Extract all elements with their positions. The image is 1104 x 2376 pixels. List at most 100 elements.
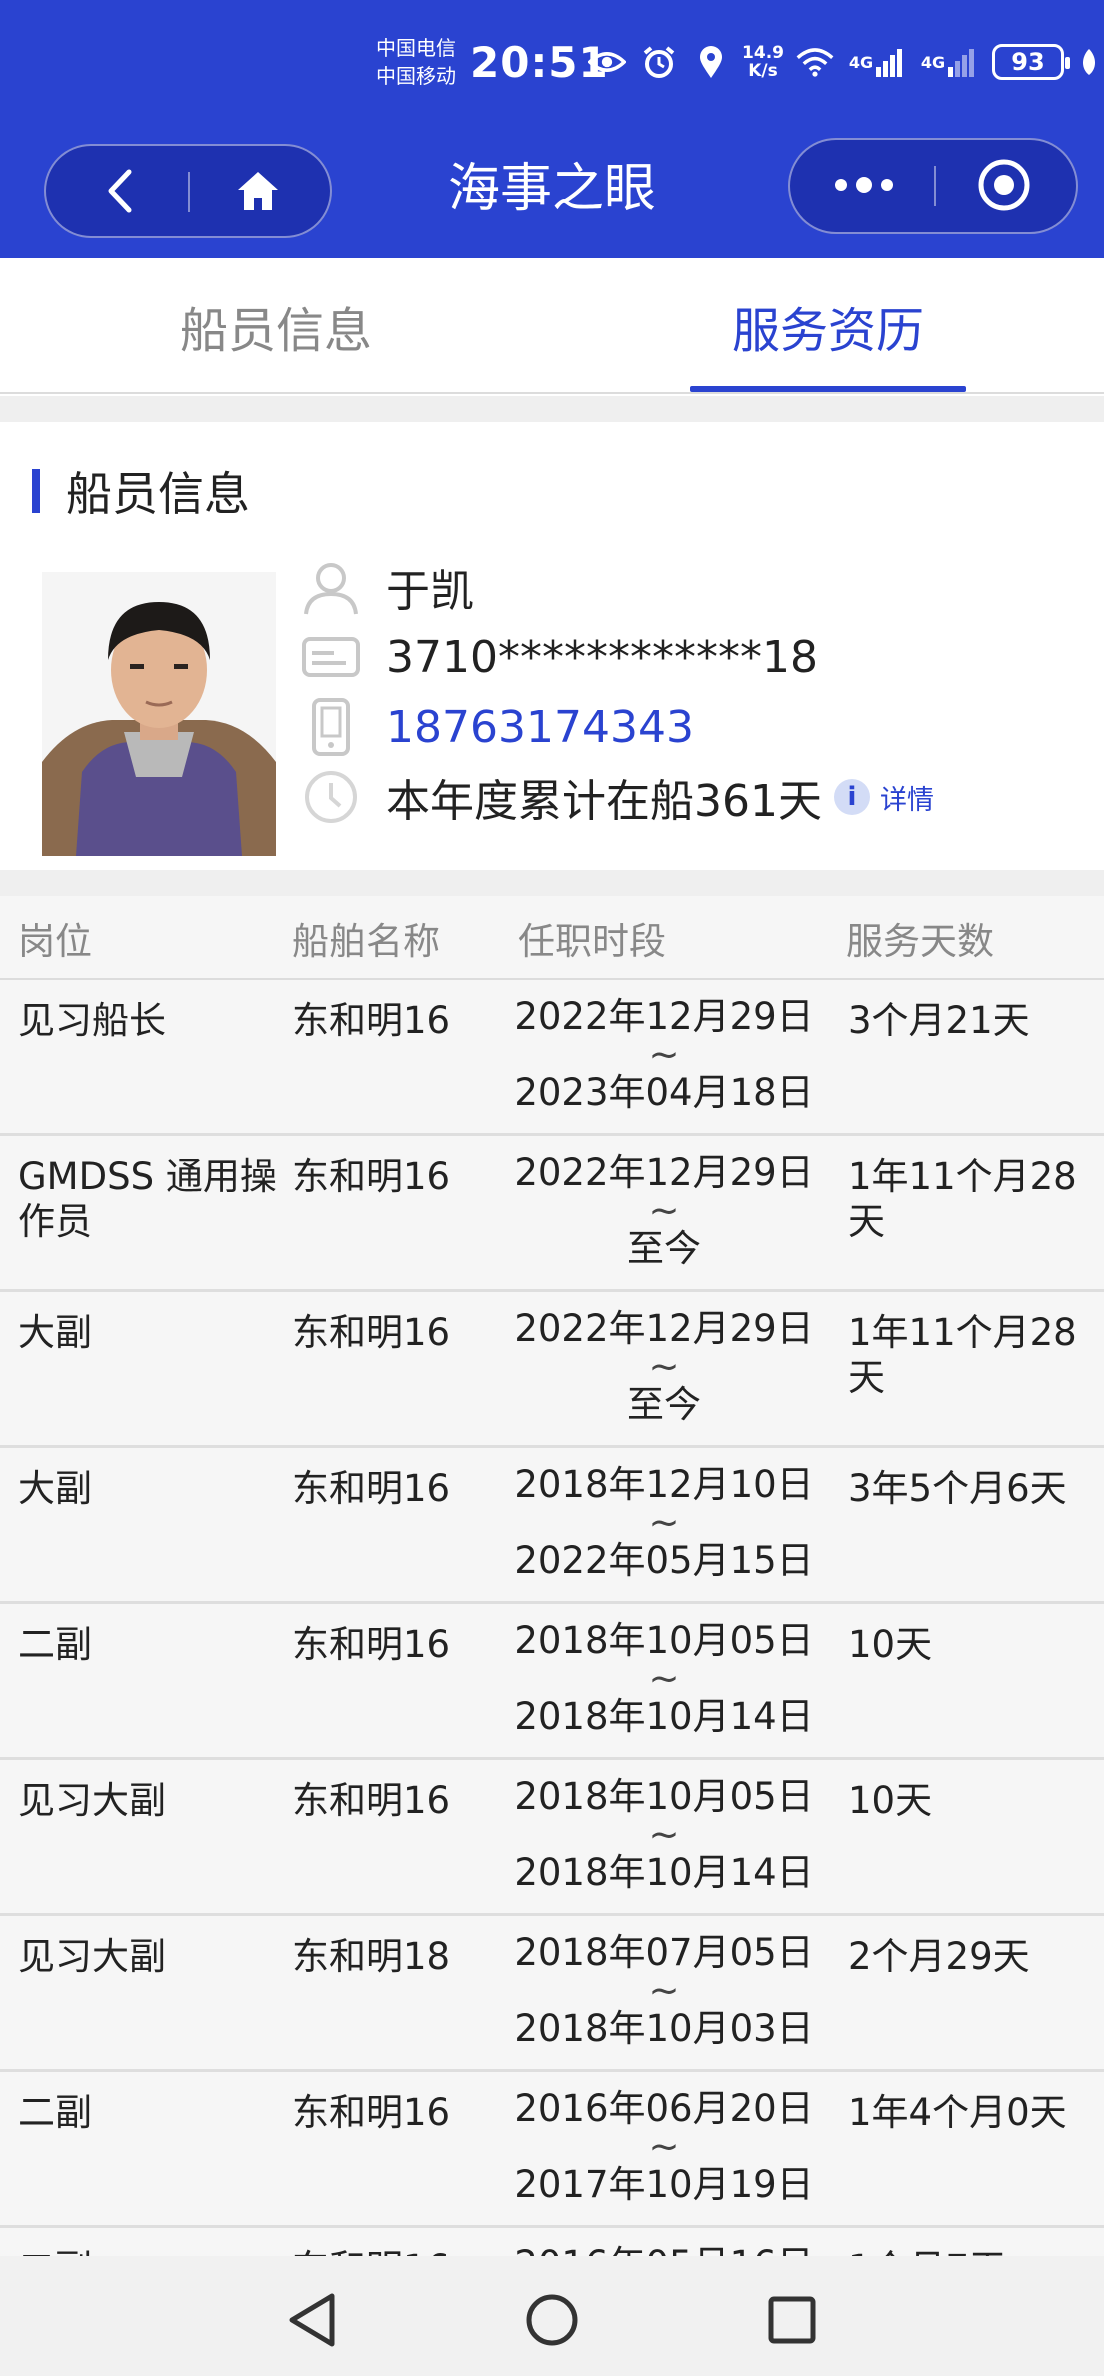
info-icon[interactable]: i <box>833 779 870 815</box>
onboard-days-row: 本年度累计在船361天 i 详情 <box>300 762 934 832</box>
network-type-1: 4G <box>848 52 874 72</box>
signal-icon-2: 4G <box>920 45 978 79</box>
cell-position: 二副 <box>18 2091 92 2134</box>
tab-service-record[interactable]: 服务资历 <box>552 258 1104 394</box>
header-position: 岗位 <box>18 920 92 963</box>
period-separator: ~ <box>648 1657 680 1700</box>
period-start: 2022年12月29日 <box>514 1307 814 1350</box>
period-end: 2017年10月19日 <box>514 2163 814 2206</box>
square-recents-icon <box>767 2295 817 2349</box>
cell-position: 二副 <box>18 1623 92 1666</box>
wifi-icon <box>796 45 834 79</box>
target-circle-icon <box>977 158 1031 216</box>
status-icons: 14.9 K/s 4G 4G 93 <box>588 44 1100 80</box>
table-row: 二副 东和明16 2016年06月20日 ~ 2017年10月19日 1年4个月… <box>0 2072 1104 2228</box>
table-row: 二副 东和明16 2016年05月16日 1个月7天 <box>0 2228 1104 2256</box>
signal-icon-1: 4G <box>848 45 906 79</box>
table-row: 大副 东和明16 2018年12月10日 ~ 2022年05月15日 3年5个月… <box>0 1448 1104 1604</box>
cell-vessel: 东和明16 <box>292 1779 451 1822</box>
location-icon <box>692 45 730 79</box>
period-end: 2022年05月15日 <box>514 1539 814 1582</box>
crew-photo <box>42 572 276 856</box>
cell-duration: 10天 <box>848 1779 933 1822</box>
battery-level: 93 <box>1011 48 1045 76</box>
period-separator: ~ <box>648 1501 680 1544</box>
alarm-icon <box>640 45 678 79</box>
cell-vessel: 东和明16 <box>292 999 451 1042</box>
triangle-back-icon <box>286 2292 338 2352</box>
miniapp-capsule <box>788 138 1078 234</box>
cell-position: 大副 <box>18 1467 92 1510</box>
cell-period: 2018年12月10日 ~ 2022年05月15日 <box>512 1466 816 1580</box>
period-end: 至今 <box>627 1383 701 1426</box>
cell-duration: 1年4个月0天 <box>848 2091 1067 2134</box>
period-separator: ~ <box>648 1969 680 2012</box>
cell-duration: 1年11个月28天 <box>848 1155 1077 1243</box>
cell-vessel: 东和明16 <box>292 1155 451 1198</box>
period-separator: ~ <box>648 1813 680 1856</box>
net-speed-value: 14.9 <box>742 43 784 63</box>
tab-bar: 船员信息 服务资历 <box>0 258 1104 394</box>
header-period: 任职时段 <box>518 920 666 963</box>
nav-back-button[interactable] <box>276 2286 348 2358</box>
circle-home-icon <box>524 2292 580 2352</box>
cell-duration: 3年5个月6天 <box>848 1467 1067 1510</box>
section-accent-bar <box>32 469 40 513</box>
onboard-days-text: 本年度累计在船361天 <box>386 776 822 827</box>
period-end: 2018年10月03日 <box>514 2007 814 2050</box>
cell-vessel: 东和明16 <box>292 2091 451 2134</box>
crew-phone-link[interactable]: 18763174343 <box>386 702 694 753</box>
carrier-2: 中国移动 <box>376 64 456 88</box>
close-miniapp-button[interactable] <box>944 140 1064 234</box>
carrier-labels: 中国电信 中国移动 <box>376 34 456 90</box>
tab-crew-info[interactable]: 船员信息 <box>0 258 552 394</box>
cell-vessel: 东和明18 <box>292 1935 451 1978</box>
status-bar: 中国电信 中国移动 20:51 14.9 K/s 4G 4G 93 <box>0 0 1104 130</box>
cell-position: 见习大副 <box>18 1779 166 1822</box>
cell-period: 2016年06月20日 ~ 2017年10月19日 <box>512 2090 816 2204</box>
period-end: 2018年10月14日 <box>514 1851 814 1894</box>
period-end: 2023年04月18日 <box>514 1071 814 1114</box>
header-days: 服务天数 <box>846 920 994 963</box>
period-end: 2018年10月14日 <box>514 1695 814 1738</box>
period-separator: ~ <box>648 1033 680 1076</box>
cell-period: 2022年12月29日 ~ 至今 <box>512 1310 816 1424</box>
crew-name: 于凯 <box>386 566 474 617</box>
more-button[interactable] <box>804 140 924 234</box>
cell-duration: 3个月21天 <box>848 999 1030 1042</box>
table-row: 见习大副 东和明16 2018年10月05日 ~ 2018年10月14日 10天 <box>0 1760 1104 1916</box>
nav-home-button[interactable] <box>516 2286 588 2358</box>
period-end: 至今 <box>627 1227 701 1270</box>
cell-position: GMDSS 通用操作员 <box>18 1155 277 1243</box>
table-row: 见习大副 东和明18 2018年07月05日 ~ 2018年10月03日 2个月… <box>0 1916 1104 2072</box>
cell-duration: 2个月29天 <box>848 1935 1030 1978</box>
crew-id-row: 3710************18 <box>300 622 818 692</box>
clock-icon <box>300 766 362 828</box>
table-row: 二副 东和明16 2018年10月05日 ~ 2018年10月14日 10天 <box>0 1604 1104 1760</box>
eye-icon <box>588 45 626 79</box>
service-record-table: 岗位 船舶名称 任职时段 服务天数 见习船长 东和明16 2022年12月29日… <box>0 896 1104 2256</box>
period-start: 2018年10月05日 <box>514 1619 814 1662</box>
nav-recents-button[interactable] <box>756 2286 828 2358</box>
user-icon <box>300 556 362 618</box>
period-start: 2016年05月16日 <box>514 2243 813 2257</box>
crew-info-card: 船员信息 于凯 3710************18 18763174343 本… <box>0 422 1104 870</box>
cell-period: 2018年10月05日 ~ 2018年10月14日 <box>512 1778 816 1892</box>
crew-id-number: 3710************18 <box>386 631 818 683</box>
cell-period: 2022年12月29日 ~ 2023年04月18日 <box>512 998 816 1112</box>
cell-position: 见习船长 <box>18 999 166 1042</box>
table-row: 见习船长 东和明16 2022年12月29日 ~ 2023年04月18日 3个月… <box>0 980 1104 1136</box>
divider-band <box>0 396 1104 422</box>
battery-indicator: 93 <box>992 44 1070 80</box>
detail-link[interactable]: 详情 <box>880 778 934 817</box>
period-separator: ~ <box>648 2125 680 2168</box>
table-header: 岗位 船舶名称 任职时段 服务天数 <box>0 896 1104 980</box>
cell-vessel: 东和明16 <box>292 2246 502 2256</box>
net-speed: 14.9 K/s <box>742 43 784 80</box>
cell-vessel: 东和明16 <box>292 1467 451 1510</box>
divider-band-2 <box>0 870 1104 896</box>
table-row: GMDSS 通用操作员 东和明16 2022年12月29日 ~ 至今 1年11个… <box>0 1136 1104 1292</box>
cell-period: 2016年05月16日 <box>512 2243 816 2257</box>
system-nav-bar <box>0 2256 1104 2376</box>
cell-vessel: 东和明16 <box>292 1623 451 1666</box>
